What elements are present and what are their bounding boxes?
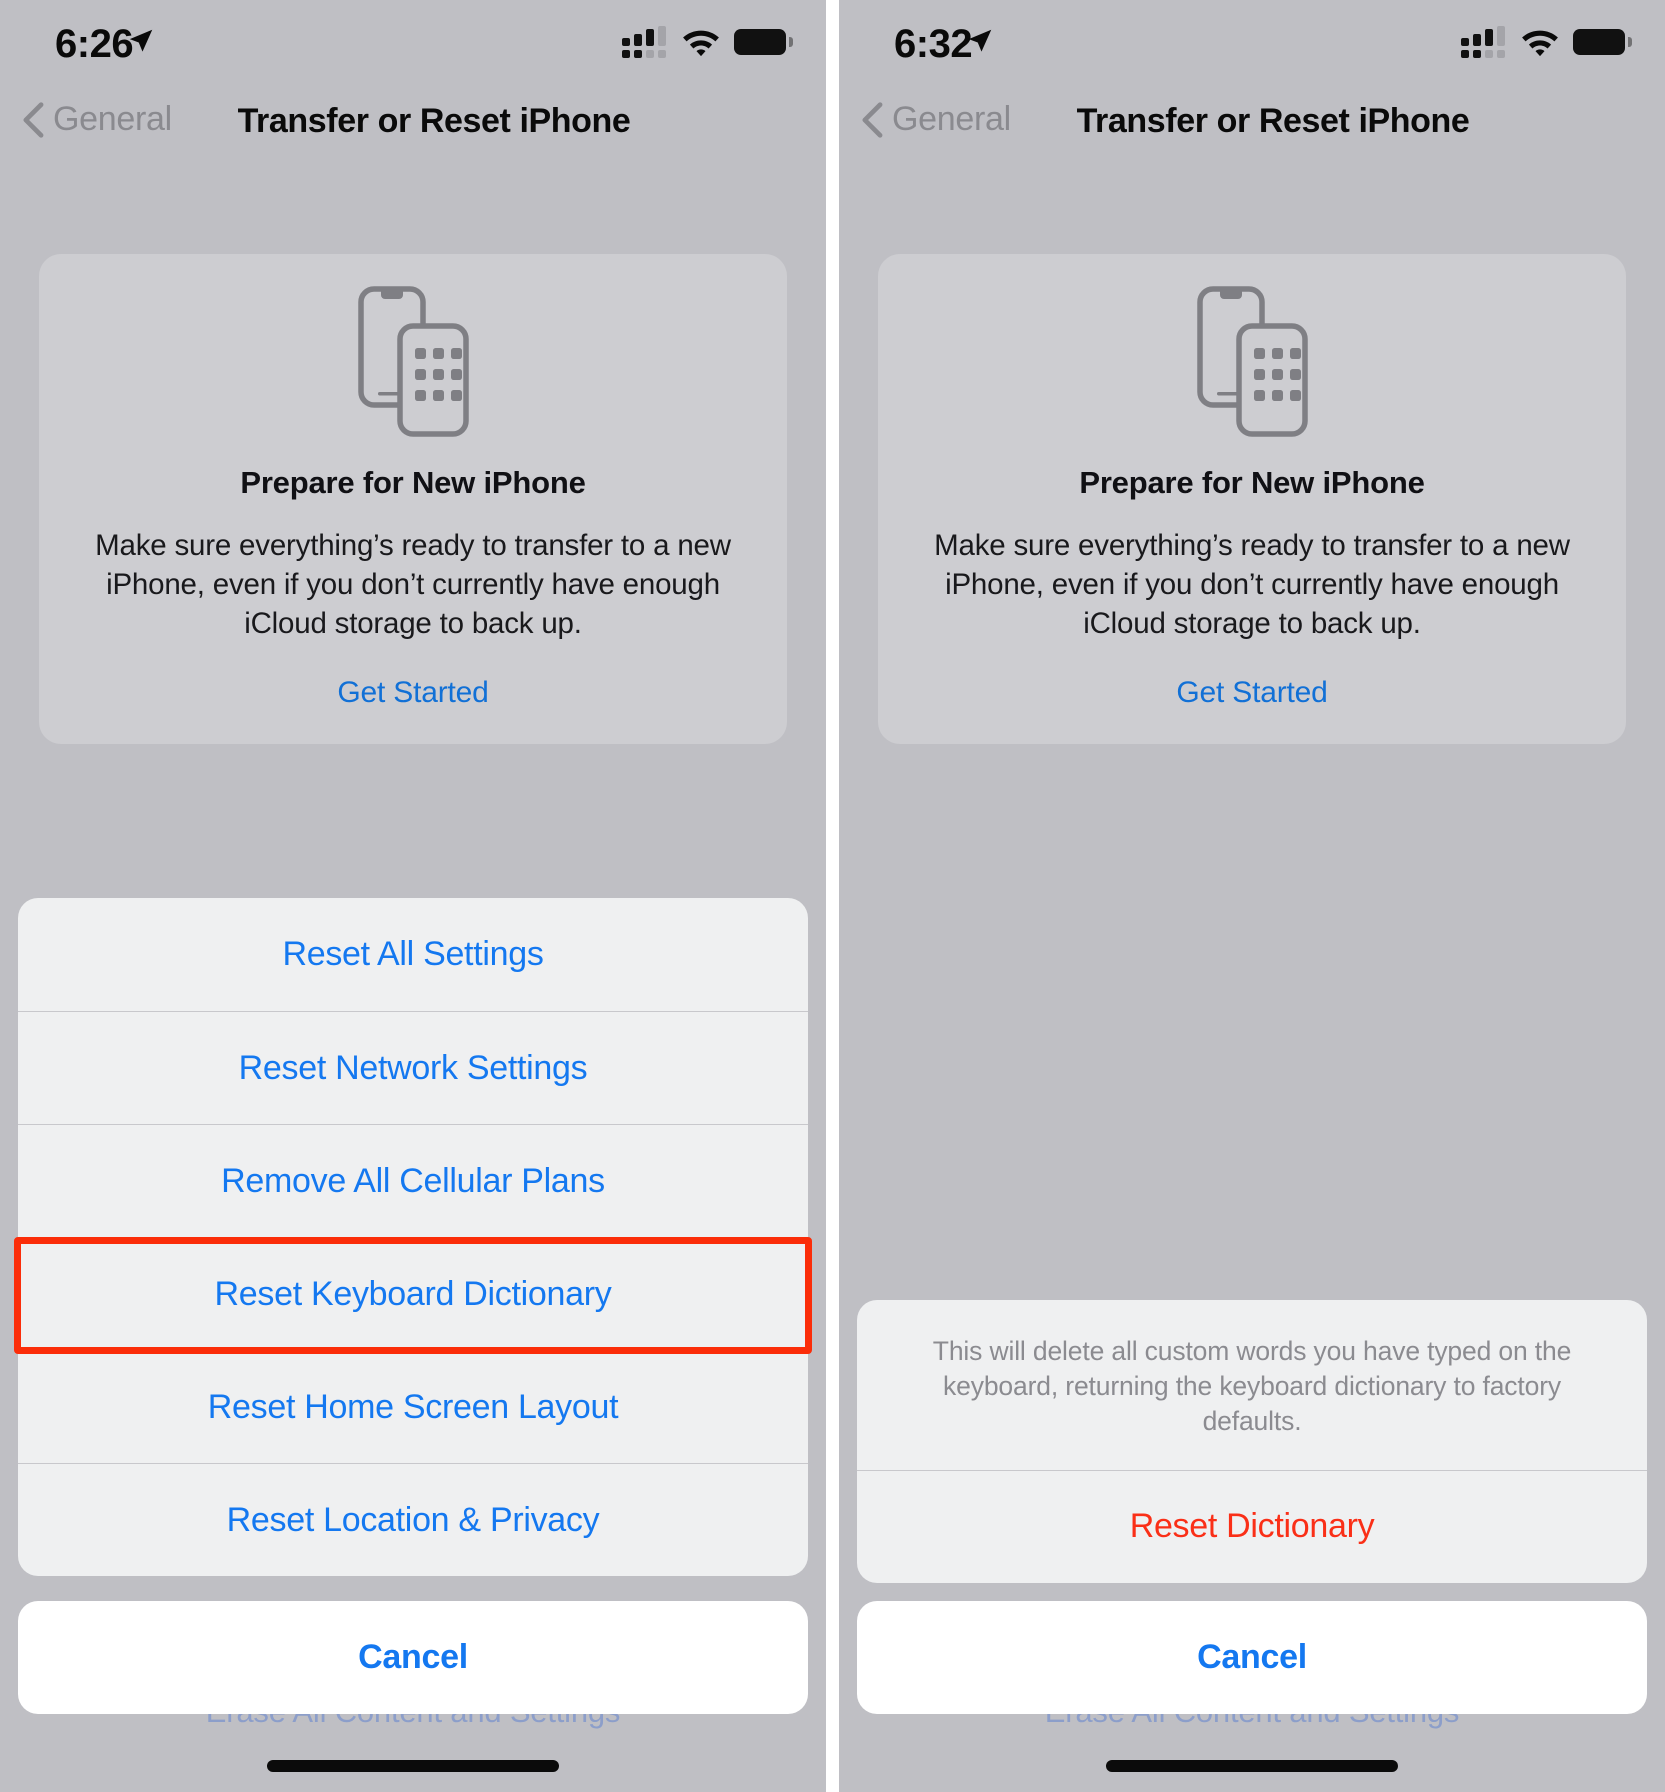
battery-icon — [734, 29, 793, 55]
home-indicator — [267, 1760, 559, 1772]
iphone-screen-right: 6:32 General Transfer or Reset iPhone Pr… — [839, 0, 1665, 1792]
cellular-signal-icon — [1461, 26, 1507, 58]
status-indicators — [622, 26, 793, 58]
location-arrow-icon — [968, 29, 992, 52]
status-bar-left: 6:26 — [0, 0, 826, 86]
status-indicators — [1461, 26, 1632, 58]
reset-dictionary-confirm-sheet: This will delete all custom words you ha… — [857, 1300, 1647, 1583]
status-clock: 6:26 — [55, 22, 134, 66]
get-started-link[interactable]: Get Started — [878, 676, 1626, 710]
wifi-icon — [1522, 30, 1558, 57]
cellular-signal-icon — [622, 26, 668, 58]
prepare-for-new-iphone-card: Prepare for New iPhone Make sure everyth… — [39, 254, 787, 744]
battery-icon — [1573, 29, 1632, 55]
confirm-message: This will delete all custom words you ha… — [932, 1336, 1572, 1437]
wifi-icon — [683, 30, 719, 57]
cancel-button[interactable]: Cancel — [857, 1601, 1647, 1714]
sheet-row-reset-dictionary[interactable]: Reset Dictionary — [857, 1469, 1647, 1583]
prepare-for-new-iphone-card: Prepare for New iPhone Make sure everyth… — [878, 254, 1626, 744]
iphone-screen-left: 6:26 General Transfer or Reset iPhone Pr… — [0, 0, 826, 1792]
cancel-button[interactable]: Cancel — [18, 1601, 808, 1714]
sheet-row-reset-network-settings[interactable]: Reset Network Settings — [18, 1011, 808, 1124]
page-title: Transfer or Reset iPhone — [1076, 102, 1470, 140]
two-phones-icon — [1197, 286, 1308, 437]
screenshot-pair: 6:26 General Transfer or Reset iPhone Pr… — [0, 0, 1665, 1792]
sheet-row-reset-all-settings[interactable]: Reset All Settings — [18, 898, 808, 1011]
get-started-link[interactable]: Get Started — [39, 676, 787, 710]
sheet-row-reset-home-screen-layout[interactable]: Reset Home Screen Layout — [18, 1350, 808, 1463]
page-title: Transfer or Reset iPhone — [237, 102, 631, 140]
two-phones-icon — [358, 286, 469, 437]
nav-bar-right: General Transfer or Reset iPhone — [839, 86, 1665, 170]
nav-bar-left: General Transfer or Reset iPhone — [0, 86, 826, 170]
card-body-text: Make sure everything’s ready to transfer… — [95, 529, 731, 641]
card-body-text: Make sure everything’s ready to transfer… — [934, 529, 1570, 641]
sheet-row-reset-location-privacy[interactable]: Reset Location & Privacy — [18, 1463, 808, 1576]
status-bar-right: 6:32 — [839, 0, 1665, 86]
location-arrow-icon — [129, 29, 153, 52]
home-indicator — [1106, 1760, 1398, 1772]
card-title: Prepare for New iPhone — [240, 465, 586, 500]
card-title: Prepare for New iPhone — [1079, 465, 1425, 500]
reset-options-action-sheet: Reset All Settings Reset Network Setting… — [18, 898, 808, 1576]
status-clock: 6:32 — [894, 22, 973, 66]
sheet-row-remove-all-cellular-plans[interactable]: Remove All Cellular Plans — [18, 1124, 808, 1237]
sheet-row-reset-keyboard-dictionary[interactable]: Reset Keyboard Dictionary — [18, 1237, 808, 1350]
